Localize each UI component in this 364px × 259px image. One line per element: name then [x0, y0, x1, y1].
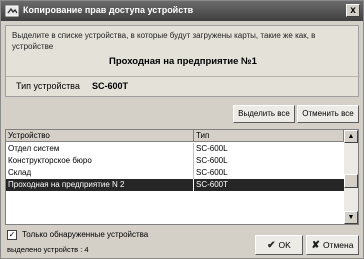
table-row[interactable]: Склад SC-600L — [6, 167, 344, 179]
table-row[interactable]: Проходная на предприятие N 2 SC-600T — [6, 179, 344, 191]
device-type-label: Тип устройства — [16, 81, 80, 91]
unselect-all-button[interactable]: Отменить все — [297, 105, 359, 123]
table-row[interactable]: Отдел систем SC-600L — [6, 143, 344, 155]
instruction-text: Выделите в списке устройства, в которые … — [12, 31, 316, 51]
cross-icon: ✘ — [311, 240, 320, 251]
vertical-scrollbar[interactable]: ▲ ▼ — [344, 130, 358, 224]
device-type-value: SC-600T — [92, 81, 129, 91]
scroll-down-button[interactable]: ▼ — [344, 211, 358, 224]
source-device-name: Проходная на предприятие №1 — [109, 56, 257, 67]
device-grid[interactable]: Устройство Тип Отдел систем SC-600L Конс… — [5, 129, 359, 225]
row-type-cell: SC-600T — [196, 180, 229, 189]
copy-access-rights-dialog: Копирование прав доступа устройств x Выд… — [0, 0, 364, 259]
source-device-info: Выделите в списке устройства, в которые … — [5, 25, 360, 97]
row-device-cell: Проходная на предприятие N 2 — [6, 179, 194, 191]
row-type-cell: SC-600L — [196, 156, 228, 165]
row-type-cell: SC-600L — [196, 168, 228, 177]
table-row[interactable]: Конструкторское бюро SC-600L — [6, 155, 344, 167]
ok-label: OK — [278, 240, 291, 250]
window-title: Копирование прав доступа устройств — [23, 5, 194, 15]
cancel-button[interactable]: ✘ Отмена — [306, 235, 359, 255]
column-header-type[interactable]: Тип — [194, 130, 344, 142]
close-button[interactable]: x — [346, 4, 360, 17]
select-all-button[interactable]: Выделить все — [233, 105, 295, 123]
only-detected-checkbox[interactable]: ✓ — [7, 230, 17, 240]
scroll-thumb[interactable] — [344, 174, 358, 188]
grid-header: Устройство Тип — [6, 130, 344, 142]
title-bar[interactable]: Копирование прав доступа устройств x — [1, 1, 363, 21]
column-header-device[interactable]: Устройство — [6, 130, 194, 142]
only-detected-label[interactable]: Только обнаруженные устройства — [22, 230, 148, 239]
app-icon — [5, 5, 19, 17]
selected-count-text: выделено устройств : 4 — [7, 245, 89, 254]
row-device-cell: Склад — [6, 167, 194, 179]
row-device-cell: Отдел систем — [6, 143, 194, 155]
row-device-cell: Конструкторское бюро — [6, 155, 194, 167]
ok-button[interactable]: ✔ OK — [255, 235, 303, 255]
scroll-up-button[interactable]: ▲ — [344, 130, 358, 143]
cancel-label: Отмена — [322, 240, 354, 250]
checkmark-icon: ✔ — [267, 240, 276, 251]
device-type-row: Тип устройства SC-600T — [6, 76, 360, 94]
row-type-cell: SC-600L — [196, 144, 228, 153]
